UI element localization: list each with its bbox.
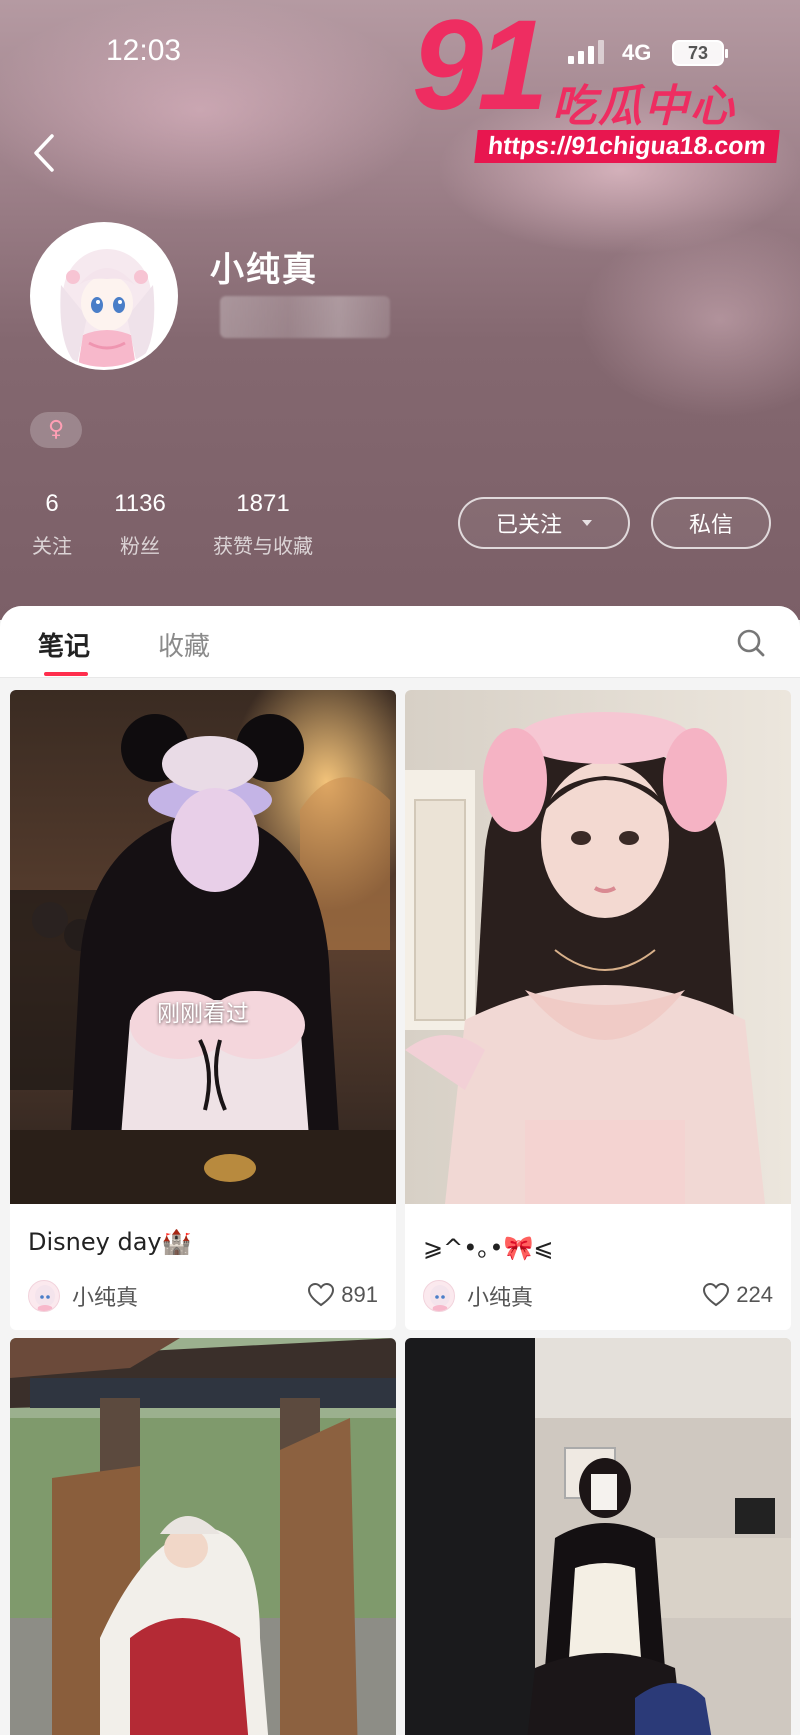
note-cover-image bbox=[405, 1338, 791, 1735]
stat-label: 关注 bbox=[32, 534, 72, 558]
stat-following[interactable]: 6 关注 bbox=[30, 490, 74, 559]
like-button[interactable]: 891 bbox=[307, 1282, 378, 1308]
author-avatar bbox=[423, 1280, 455, 1312]
note-card[interactable]: 刚刚看过 Disney day🏰 小纯真 891 bbox=[10, 690, 396, 1330]
following-button-label: 已关注 bbox=[495, 513, 562, 538]
watermark-url: https://91chigua18.com bbox=[474, 130, 780, 163]
caret-down-icon bbox=[582, 520, 592, 526]
message-button[interactable]: 私信 bbox=[651, 497, 771, 549]
author-avatar bbox=[28, 1280, 60, 1312]
recently-viewed-label: 刚刚看过 bbox=[157, 1001, 249, 1027]
heart-icon bbox=[703, 1282, 730, 1307]
note-card[interactable] bbox=[405, 1338, 791, 1735]
anime-girl-avatar-image bbox=[33, 225, 175, 367]
message-button-label: 私信 bbox=[688, 513, 733, 538]
profile-header: 12:03 4G 73 小纯真 ♀ 6 关注 1136 粉丝 1871 获赞与收… bbox=[0, 0, 800, 620]
note-title: Disney day🏰 bbox=[28, 1228, 192, 1256]
status-time: 12:03 bbox=[106, 34, 182, 67]
author-name: 小纯真 bbox=[467, 1286, 534, 1311]
stat-value: 6 bbox=[45, 490, 59, 517]
blurred-user-id bbox=[220, 296, 390, 338]
note-author[interactable]: 小纯真 bbox=[28, 1280, 138, 1312]
gender-female-icon: ♀ bbox=[30, 412, 82, 448]
note-cover-image bbox=[10, 690, 396, 1204]
author-name: 小纯真 bbox=[72, 1286, 139, 1311]
stat-value: 1136 bbox=[114, 490, 166, 517]
back-button[interactable] bbox=[26, 130, 66, 176]
watermark-brand: 吃瓜中心 bbox=[552, 81, 736, 132]
watermark-number: 91 bbox=[412, 0, 548, 137]
tab-bar: 笔记 收藏 bbox=[0, 606, 800, 678]
like-count: 891 bbox=[341, 1282, 378, 1307]
stat-label: 粉丝 bbox=[120, 534, 160, 558]
note-cover-image bbox=[405, 690, 791, 1204]
note-card[interactable] bbox=[10, 1338, 396, 1735]
watermark-logo: 91 吃瓜中心 https://91chigua18.com bbox=[400, 2, 800, 170]
like-count: 224 bbox=[736, 1282, 773, 1307]
stat-followers[interactable]: 1136 粉丝 bbox=[104, 490, 176, 559]
note-card[interactable]: ⩾^•｡•🎀⩽ 小纯真 224 bbox=[405, 690, 791, 1330]
tab-favorites[interactable]: 收藏 bbox=[158, 626, 210, 663]
note-title: ⩾^•｡•🎀⩽ bbox=[423, 1234, 554, 1262]
tab-notes[interactable]: 笔记 bbox=[38, 626, 90, 663]
note-author[interactable]: 小纯真 bbox=[423, 1280, 533, 1312]
avatar[interactable] bbox=[30, 222, 178, 370]
stat-likes-and-saves[interactable]: 1871 获赞与收藏 bbox=[206, 490, 320, 559]
search-icon bbox=[737, 629, 765, 657]
following-button[interactable]: 已关注 bbox=[458, 497, 630, 549]
stat-label: 获赞与收藏 bbox=[213, 534, 313, 558]
content-panel: 笔记 收藏 刚刚看过 Disney day🏰 小纯真 891 ⩾^•｡•🎀⩽ 小… bbox=[0, 606, 800, 1735]
search-button[interactable] bbox=[734, 626, 768, 660]
stat-value: 1871 bbox=[236, 490, 290, 517]
active-tab-indicator bbox=[44, 672, 88, 676]
note-cover-image bbox=[10, 1338, 396, 1735]
chevron-left-icon bbox=[34, 134, 54, 172]
username: 小纯真 bbox=[210, 250, 318, 290]
like-button[interactable]: 224 bbox=[702, 1282, 773, 1308]
heart-icon bbox=[308, 1282, 335, 1307]
